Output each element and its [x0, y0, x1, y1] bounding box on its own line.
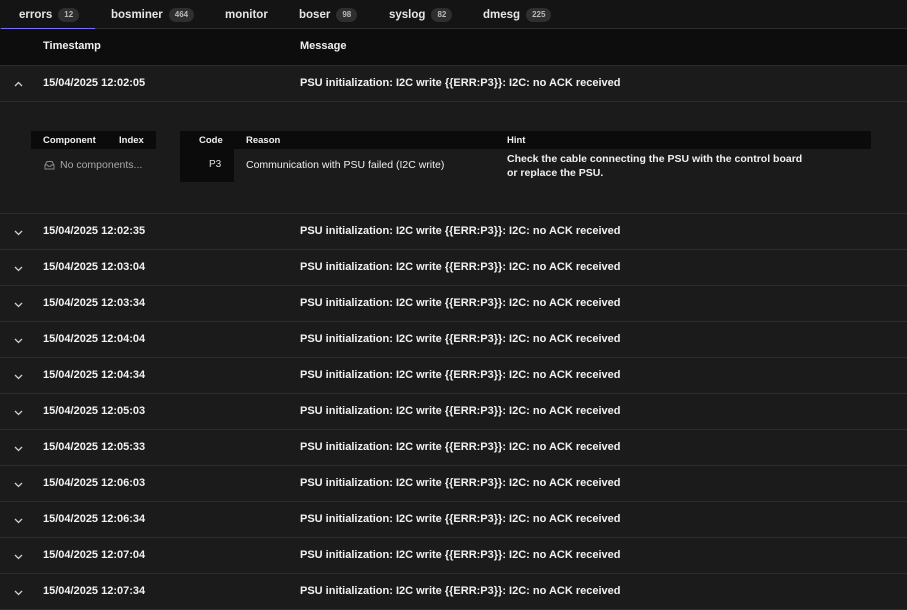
row-timestamp: 15/04/2025 12:03:04: [43, 261, 146, 273]
table-row[interactable]: 15/04/2025 12:07:34 PSU initialization: I…: [0, 574, 907, 610]
row-timestamp: 15/04/2025 12:07:34: [43, 585, 146, 597]
count-badge: 225: [526, 7, 552, 22]
column-header-code: Code: [199, 135, 223, 146]
row-message: PSU initialization: I2C write {{ERR:P3}}…: [300, 477, 621, 489]
tab-monitor[interactable]: monitor: [225, 0, 268, 29]
row-message: PSU initialization: I2C write {{ERR:P3}}…: [300, 297, 621, 309]
chevron-down-icon[interactable]: [13, 587, 24, 598]
column-header-reason: Reason: [246, 135, 281, 146]
row-timestamp: 15/04/2025 12:04:34: [43, 369, 146, 381]
row-message: PSU initialization: I2C write {{ERR:P3}}…: [300, 585, 621, 597]
row-message: PSU initialization: I2C write {{ERR:P3}}…: [300, 513, 621, 525]
tab-label: dmesg: [483, 8, 521, 21]
chevron-down-icon[interactable]: [13, 335, 24, 346]
chevron-down-icon[interactable]: [13, 263, 24, 274]
row-timestamp: 15/04/2025 12:06:34: [43, 513, 146, 525]
table-row[interactable]: 15/04/2025 12:02:35 PSU initialization: I…: [0, 214, 907, 250]
table-row[interactable]: 15/04/2025 12:04:34 PSU initialization: I…: [0, 358, 907, 394]
table-row[interactable]: 15/04/2025 12:04:04 PSU initialization: I…: [0, 322, 907, 358]
chevron-up-icon[interactable]: [13, 79, 24, 90]
chevron-down-icon[interactable]: [13, 227, 24, 238]
table-row[interactable]: 15/04/2025 12:03:34 PSU initialization: I…: [0, 286, 907, 322]
table-row[interactable]: 15/04/2025 12:05:33 PSU initialization: I…: [0, 430, 907, 466]
error-reason: Communication with PSU failed (I2C write…: [246, 159, 445, 171]
row-message: PSU initialization: I2C write {{ERR:P3}}…: [300, 261, 621, 273]
row-timestamp: 15/04/2025 12:02:05: [43, 77, 146, 89]
log-tab-bar: errors 12 bosminer 464 monitor boser 98 …: [0, 0, 907, 30]
row-message: PSU initialization: I2C write {{ERR:P3}}…: [300, 369, 621, 381]
count-badge: 464: [168, 7, 195, 22]
inbox-icon: [44, 161, 55, 170]
count-badge: 98: [336, 7, 358, 22]
table-row[interactable]: 15/04/2025 12:07:04 PSU initialization: I…: [0, 538, 907, 574]
empty-text: No components...: [60, 159, 143, 171]
row-message: PSU initialization: I2C write {{ERR:P3}}…: [300, 77, 621, 89]
chevron-down-icon[interactable]: [13, 407, 24, 418]
row-timestamp: 15/04/2025 12:05:03: [43, 405, 146, 417]
table-row[interactable]: 15/04/2025 12:06:03 PSU initialization: I…: [0, 466, 907, 502]
error-code-cell: P3: [180, 149, 234, 182]
row-message: PSU initialization: I2C write {{ERR:P3}}…: [300, 405, 621, 417]
row-message: PSU initialization: I2C write {{ERR:P3}}…: [300, 225, 621, 237]
column-header-timestamp: Timestamp: [43, 40, 101, 52]
table-row-expanded[interactable]: 15/04/2025 12:02:05 PSU initialization: …: [0, 66, 907, 102]
tab-label: errors: [19, 8, 53, 21]
error-table-row: P3 Communication with PSU failed (I2C wr…: [180, 149, 871, 182]
row-timestamp: 15/04/2025 12:07:04: [43, 549, 146, 561]
row-timestamp: 15/04/2025 12:04:04: [43, 333, 146, 345]
chevron-down-icon[interactable]: [13, 443, 24, 454]
row-message: PSU initialization: I2C write {{ERR:P3}}…: [300, 333, 621, 345]
row-message: PSU initialization: I2C write {{ERR:P3}}…: [300, 549, 621, 561]
chevron-down-icon[interactable]: [13, 479, 24, 490]
row-timestamp: 15/04/2025 12:05:33: [43, 441, 146, 453]
tab-label: bosminer: [111, 8, 163, 21]
count-badge: 82: [431, 7, 453, 22]
row-timestamp: 15/04/2025 12:06:03: [43, 477, 146, 489]
column-header-component: Component: [43, 135, 96, 146]
row-timestamp: 15/04/2025 12:03:34: [43, 297, 146, 309]
column-header-message: Message: [300, 40, 347, 52]
components-table-header: Component Index: [31, 131, 156, 149]
tab-syslog[interactable]: syslog 82: [389, 0, 453, 29]
tab-label: boser: [299, 8, 331, 21]
row-message: PSU initialization: I2C write {{ERR:P3}}…: [300, 441, 621, 453]
tab-errors[interactable]: errors 12: [0, 0, 96, 30]
tab-dmesg[interactable]: dmesg 225: [483, 0, 552, 29]
chevron-down-icon[interactable]: [13, 551, 24, 562]
error-table-header: Code Reason Hint: [180, 131, 871, 149]
table-row[interactable]: 15/04/2025 12:03:04 PSU initialization: I…: [0, 250, 907, 286]
error-hint: Check the cable connecting the PSU with …: [507, 153, 803, 179]
table-row[interactable]: 15/04/2025 12:06:34 PSU initialization: I…: [0, 502, 907, 538]
chevron-down-icon[interactable]: [13, 371, 24, 382]
chevron-down-icon[interactable]: [13, 299, 24, 310]
tab-bosminer[interactable]: bosminer 464: [111, 0, 195, 29]
row-timestamp: 15/04/2025 12:02:35: [43, 225, 146, 237]
table-header: Timestamp Message: [0, 29, 907, 66]
count-badge: 12: [58, 7, 80, 22]
column-header-hint: Hint: [507, 135, 526, 146]
table-row[interactable]: 15/04/2025 12:05:03 PSU initialization: I…: [0, 394, 907, 430]
chevron-down-icon[interactable]: [13, 515, 24, 526]
tab-label: syslog: [389, 8, 426, 21]
tab-label: monitor: [225, 8, 268, 21]
error-code: P3: [209, 159, 222, 170]
components-table: Component Index No components...: [31, 131, 156, 171]
empty-state: No components...: [44, 159, 142, 171]
column-header-index: Index: [119, 135, 144, 146]
tab-boser[interactable]: boser 98: [299, 0, 358, 29]
error-detail-panel: Component Index No components... Code Re…: [0, 102, 907, 214]
error-codes-table: Code Reason Hint P3 Communication with P…: [180, 131, 871, 182]
